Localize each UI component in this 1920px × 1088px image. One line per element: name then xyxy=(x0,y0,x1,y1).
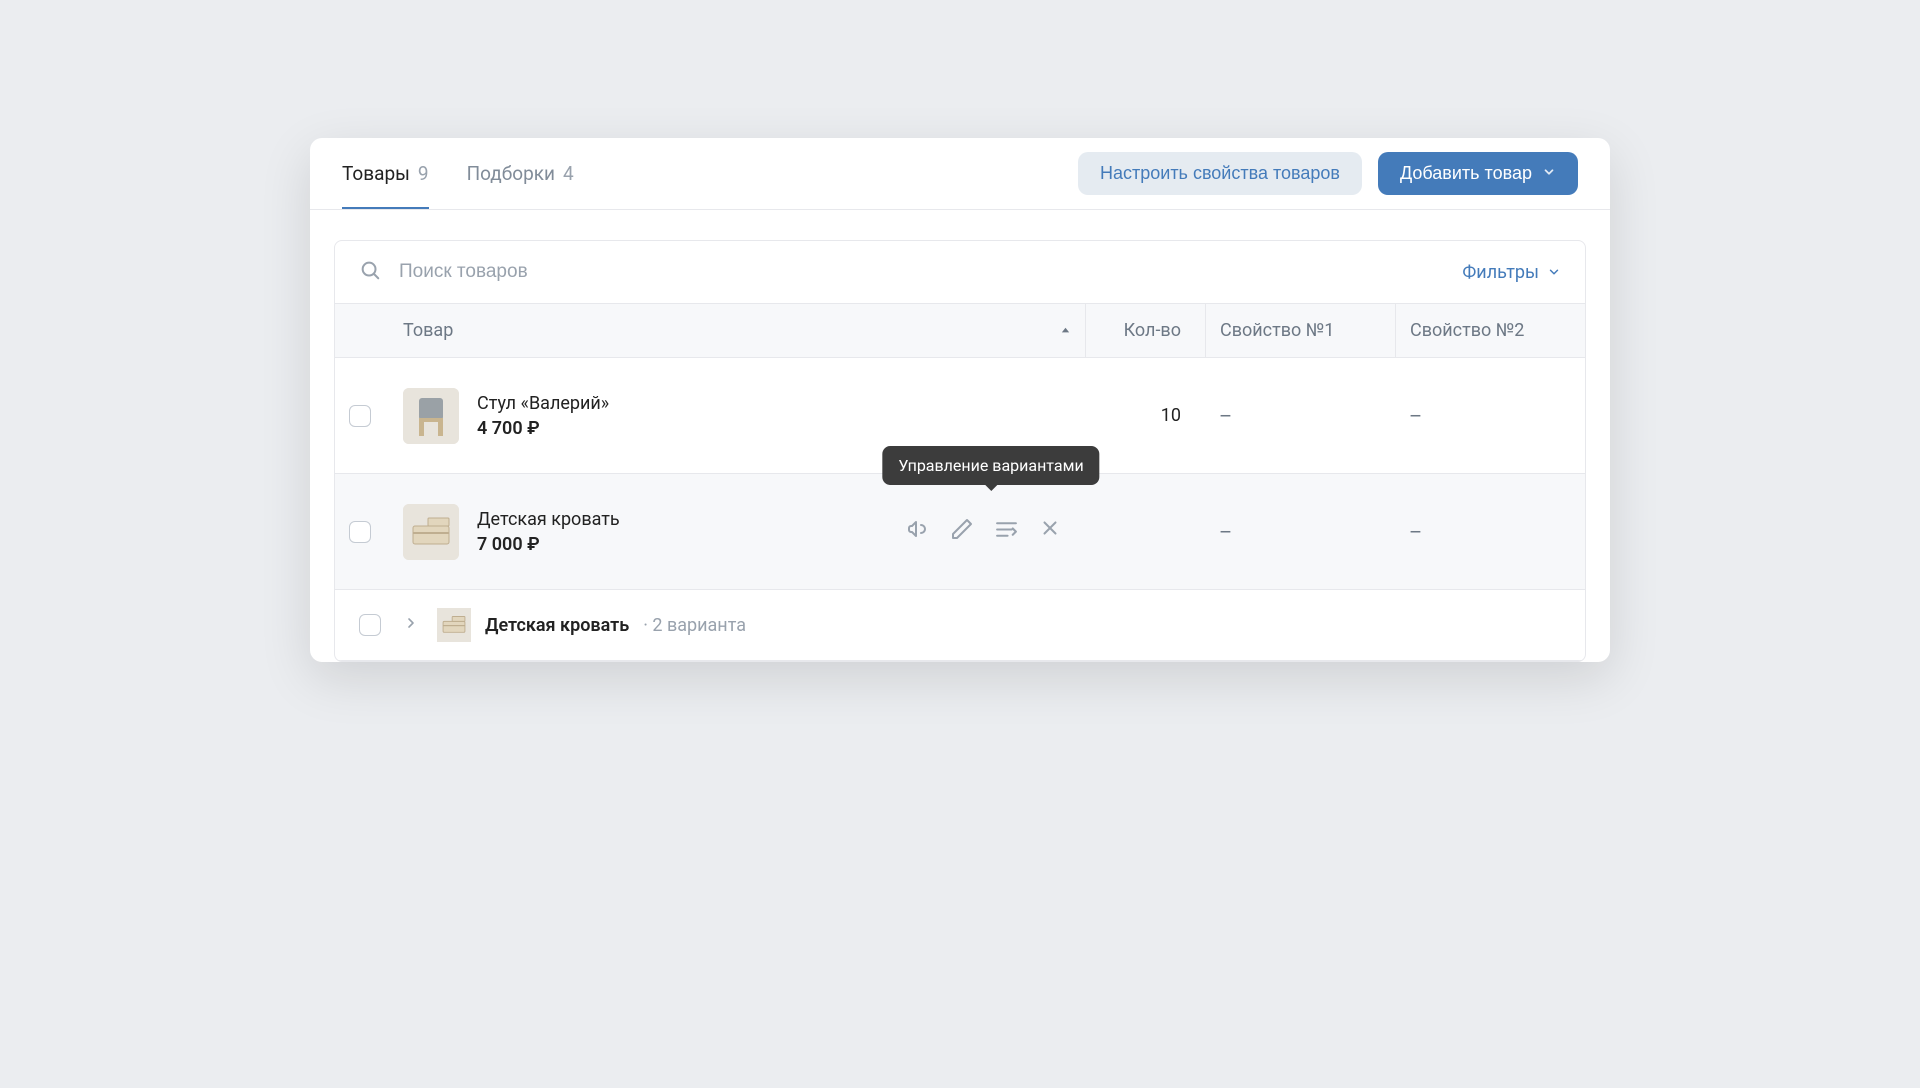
chevron-right-icon[interactable] xyxy=(403,615,419,635)
tab-collections-label: Подборки xyxy=(467,162,555,185)
row-actions xyxy=(906,517,1061,547)
header-product[interactable]: Товар xyxy=(385,304,1085,357)
product-price: 7 000 ₽ xyxy=(477,534,620,555)
tooltip-text: Управление вариантами xyxy=(898,456,1083,475)
megaphone-icon[interactable] xyxy=(906,517,930,547)
add-product-button[interactable]: Добавить товар xyxy=(1378,152,1578,195)
product-prop1: – xyxy=(1205,506,1395,558)
product-prop1: – xyxy=(1205,390,1395,442)
products-table: Фильтры Товар Кол-во Свойство №1 Свойств… xyxy=(334,240,1586,662)
tab-products[interactable]: Товары 9 xyxy=(342,138,429,209)
product-prop2: – xyxy=(1395,506,1585,558)
setup-properties-button[interactable]: Настроить свойства товаров xyxy=(1078,152,1362,195)
tabs-bar: Товары 9 Подборки 4 Настроить свойства т… xyxy=(310,138,1610,210)
filters-label: Фильтры xyxy=(1462,262,1539,283)
product-qty xyxy=(1085,518,1205,546)
tab-collections[interactable]: Подборки 4 xyxy=(467,138,574,209)
variants-icon[interactable] xyxy=(994,517,1019,547)
row-checkbox[interactable] xyxy=(349,405,371,427)
header-qty[interactable]: Кол-во xyxy=(1085,304,1205,357)
product-price: 4 700 ₽ xyxy=(477,418,609,439)
filters-button[interactable]: Фильтры xyxy=(1462,262,1561,283)
variant-group-row[interactable]: Детская кровать 2 варианта xyxy=(335,590,1585,661)
add-product-label: Добавить товар xyxy=(1400,163,1532,184)
edit-icon[interactable] xyxy=(950,517,974,547)
header-prop2[interactable]: Свойство №2 xyxy=(1395,304,1585,357)
product-name: Стул «Валерий» xyxy=(477,393,609,414)
header-product-label: Товар xyxy=(403,320,453,341)
row-checkbox[interactable] xyxy=(359,614,381,636)
product-name: Детская кровать xyxy=(477,509,620,530)
search-bar: Фильтры xyxy=(335,241,1585,304)
header-prop1[interactable]: Свойство №1 xyxy=(1205,304,1395,357)
search-input[interactable] xyxy=(399,261,1462,283)
table-row: Детская кровать 7 000 ₽ xyxy=(335,474,1585,590)
product-thumbnail xyxy=(437,608,471,642)
chevron-down-icon xyxy=(1542,163,1556,184)
variant-group-name: Детская кровать xyxy=(485,615,629,636)
row-checkbox[interactable] xyxy=(349,521,371,543)
chevron-down-icon xyxy=(1547,265,1561,279)
product-thumbnail xyxy=(403,504,459,560)
header-prop2-label: Свойство №2 xyxy=(1410,320,1524,341)
products-panel: Товары 9 Подборки 4 Настроить свойства т… xyxy=(310,138,1610,662)
tab-products-label: Товары xyxy=(342,162,410,185)
product-prop2: – xyxy=(1395,390,1585,442)
setup-properties-label: Настроить свойства товаров xyxy=(1100,163,1340,184)
header-prop1-label: Свойство №1 xyxy=(1220,320,1334,341)
product-qty: 10 xyxy=(1085,391,1205,440)
search-icon xyxy=(359,259,381,285)
header-qty-label: Кол-во xyxy=(1124,320,1181,341)
close-icon[interactable] xyxy=(1039,517,1061,547)
tooltip: Управление вариантами xyxy=(882,446,1099,485)
sort-asc-icon xyxy=(1060,320,1071,341)
tab-collections-count: 4 xyxy=(563,162,574,185)
variant-group-count: 2 варианта xyxy=(643,615,746,636)
header-checkbox-cell xyxy=(335,315,385,347)
tab-products-count: 9 xyxy=(418,162,429,185)
table-header: Товар Кол-во Свойство №1 Свойство №2 xyxy=(335,304,1585,358)
product-thumbnail xyxy=(403,388,459,444)
